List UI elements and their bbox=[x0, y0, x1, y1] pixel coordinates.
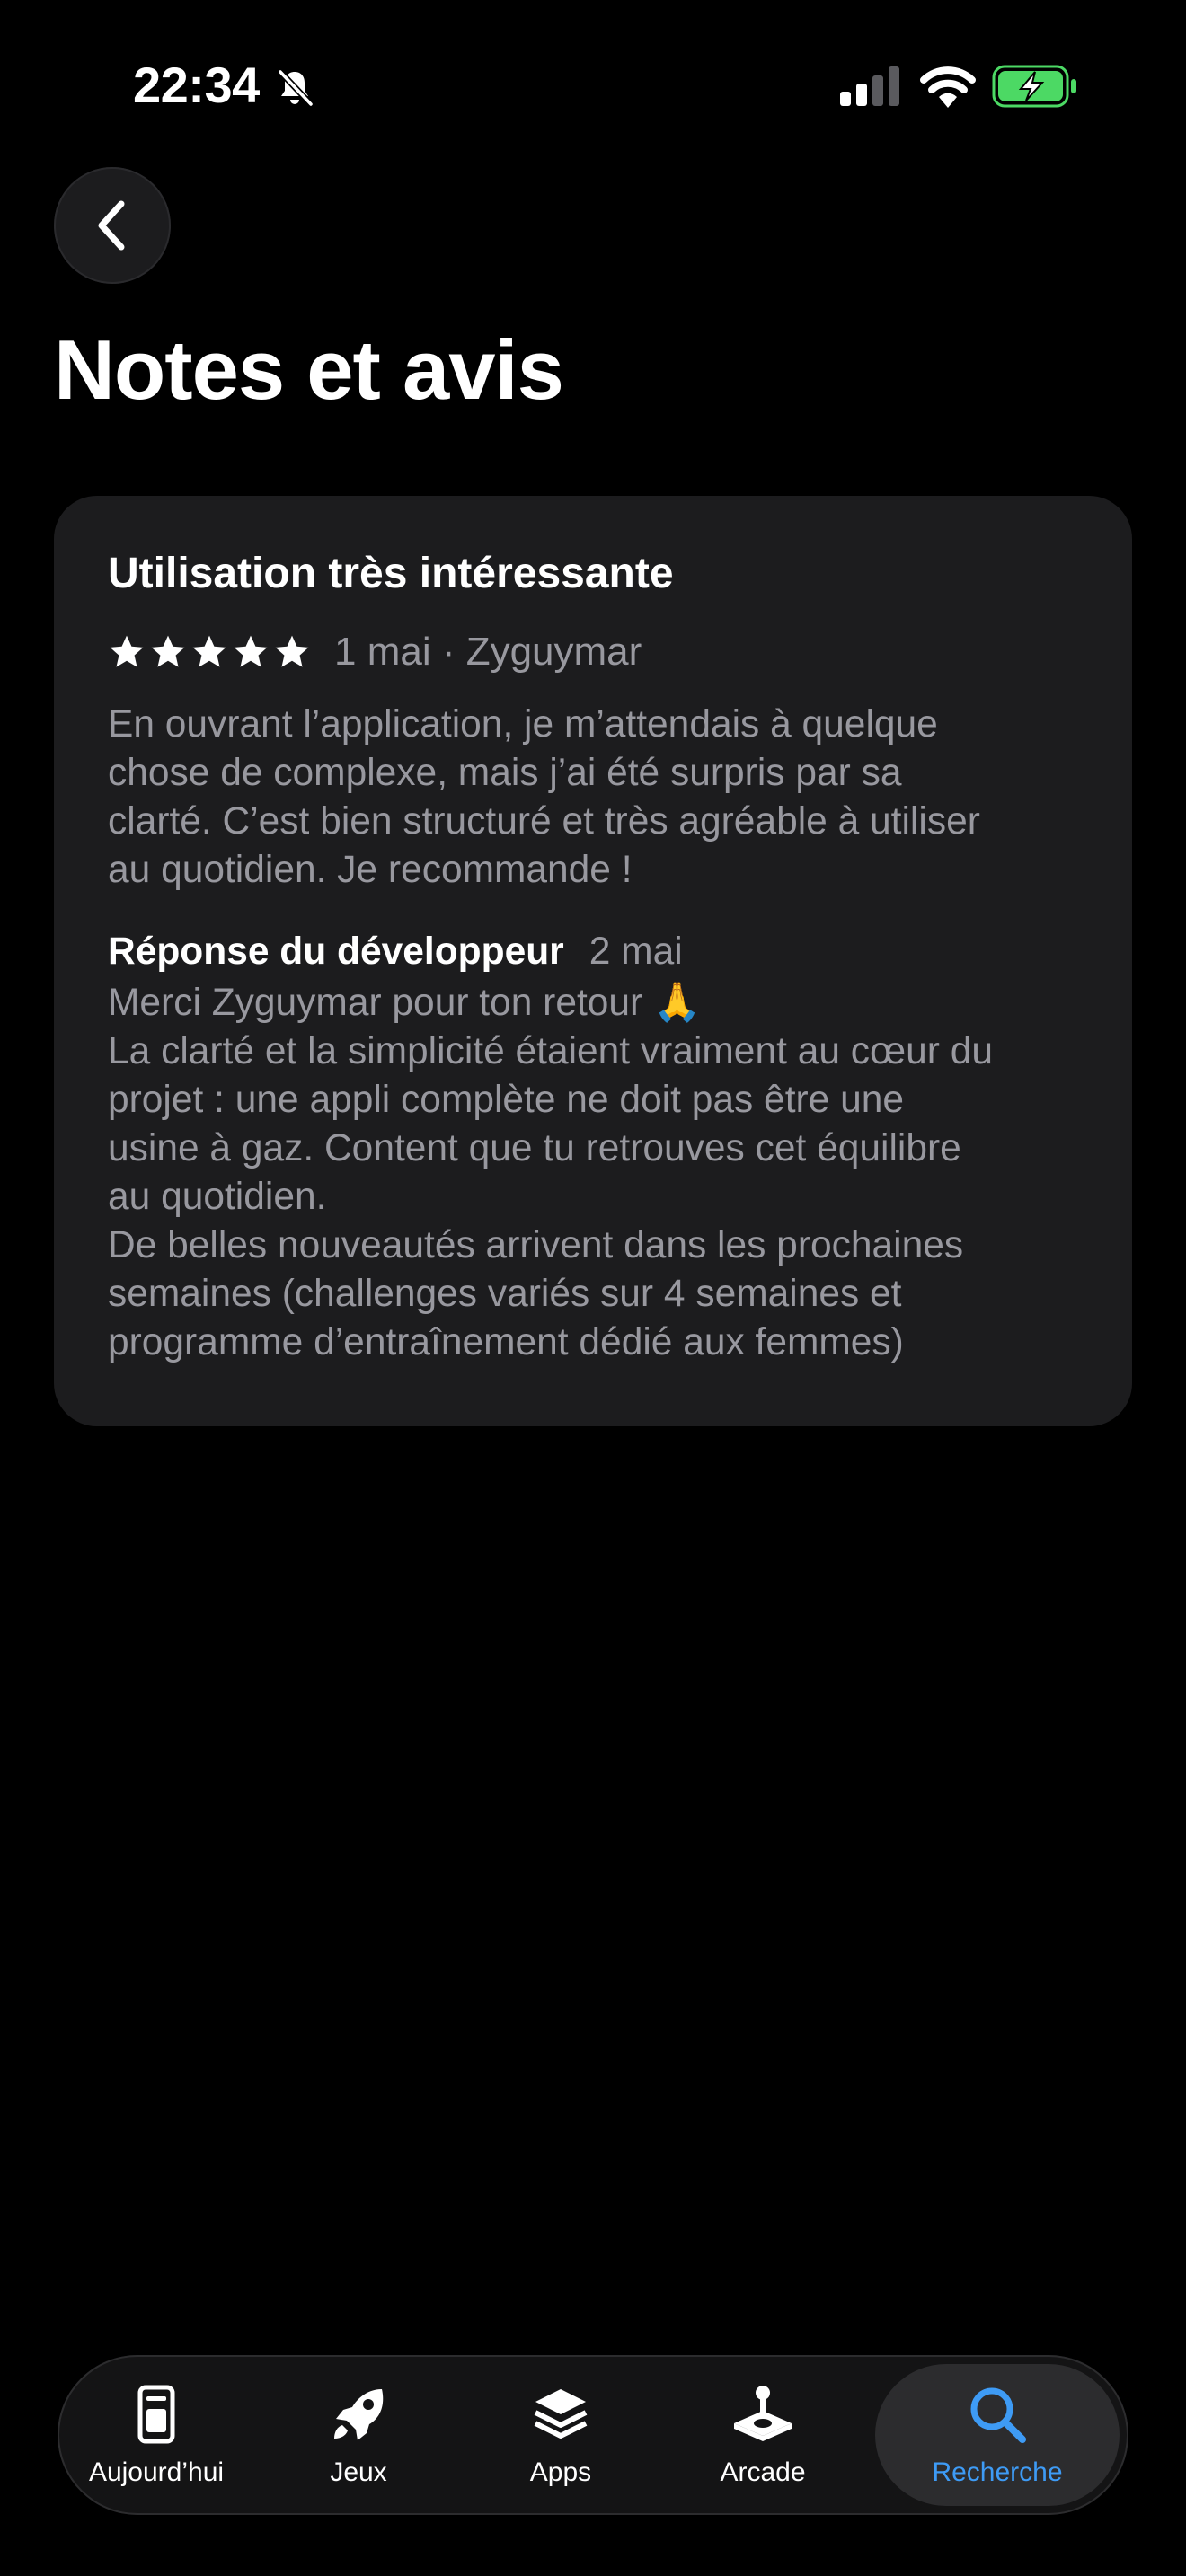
today-icon bbox=[137, 2385, 175, 2444]
developer-response-line: De belles nouveautés arrivent dans les p… bbox=[108, 1223, 964, 1266]
status-time: 22:34 bbox=[133, 57, 260, 113]
page-title: Notes et avis bbox=[54, 322, 564, 417]
tab-label: Jeux bbox=[330, 2457, 387, 2487]
review-body-line: En ouvrant l’application, je m’attendais… bbox=[108, 702, 938, 745]
developer-response-line: au quotidien. bbox=[108, 1175, 327, 1218]
tab-label: Aujourd’hui bbox=[88, 2457, 225, 2487]
status-bar: 22:34 bbox=[0, 0, 1186, 171]
battery-charging-icon bbox=[992, 65, 1078, 108]
tab-label: Recherche bbox=[932, 2457, 1063, 2487]
chevron-left-icon bbox=[98, 200, 125, 251]
layers-icon bbox=[534, 2389, 588, 2439]
developer-response-header: Réponse du développeur 2 mai bbox=[108, 931, 1078, 974]
review-body-line: chose de complexe, mais j’ai été surpris… bbox=[108, 751, 902, 794]
tab-today[interactable]: Aujourd’hui bbox=[75, 2355, 237, 2515]
tab-arcade[interactable]: Arcade bbox=[686, 2355, 839, 2515]
review-date-author: 1 mai · Zyguymar bbox=[334, 629, 642, 674]
developer-response-body: Merci Zyguymar pour ton retour 🙏 La clar… bbox=[108, 979, 1078, 1367]
search-icon bbox=[970, 2387, 1026, 2443]
star-icon bbox=[234, 635, 268, 667]
developer-response-line: Merci Zyguymar pour ton retour 🙏 bbox=[108, 981, 701, 1024]
tab-label: Apps bbox=[529, 2457, 592, 2487]
cellular-signal-icon bbox=[840, 66, 901, 106]
developer-response-line: programme d’entraînement dédié aux femme… bbox=[108, 1320, 904, 1363]
review-body: En ouvrant l’application, je m’attendais… bbox=[108, 701, 1078, 895]
star-icon bbox=[151, 635, 185, 667]
developer-response-title: Réponse du développeur bbox=[108, 930, 564, 973]
developer-response-line: projet : une appli complète ne doit pas … bbox=[108, 1078, 905, 1121]
tab-search[interactable]: Recherche bbox=[875, 2364, 1120, 2506]
star-icon bbox=[110, 635, 144, 667]
tab-apps[interactable]: Apps bbox=[484, 2355, 637, 2515]
bell-slash-icon bbox=[273, 66, 316, 110]
tab-games[interactable]: Jeux bbox=[282, 2355, 435, 2515]
review-body-line: au quotidien. Je recommande ! bbox=[108, 848, 633, 891]
developer-response-date: 2 mai bbox=[589, 930, 683, 973]
tab-bar: Aujourd’hui Jeux Apps Arcade Recherche bbox=[58, 2355, 1128, 2515]
rating-row: 1 mai · Zyguymar bbox=[108, 627, 1078, 677]
developer-response-line: semaines (challenges variés sur 4 semain… bbox=[108, 1272, 902, 1315]
star-rating bbox=[108, 633, 311, 671]
joystick-icon bbox=[734, 2386, 792, 2441]
review-body-line: clarté. C’est bien structuré et très agr… bbox=[108, 799, 980, 842]
review-title: Utilisation très intéressante bbox=[108, 550, 674, 597]
rocket-icon bbox=[334, 2389, 384, 2440]
developer-response-line: usine à gaz. Content que tu retrouves ce… bbox=[108, 1126, 961, 1169]
developer-response-line: La clarté et la simplicité étaient vraim… bbox=[108, 1029, 994, 1072]
tab-label: Arcade bbox=[720, 2457, 806, 2487]
star-icon bbox=[192, 635, 226, 667]
star-icon bbox=[275, 635, 309, 667]
review-card[interactable]: Utilisation très intéressante 1 mai · Zy… bbox=[54, 496, 1132, 1426]
wifi-icon bbox=[919, 63, 977, 108]
back-button[interactable] bbox=[54, 167, 171, 284]
